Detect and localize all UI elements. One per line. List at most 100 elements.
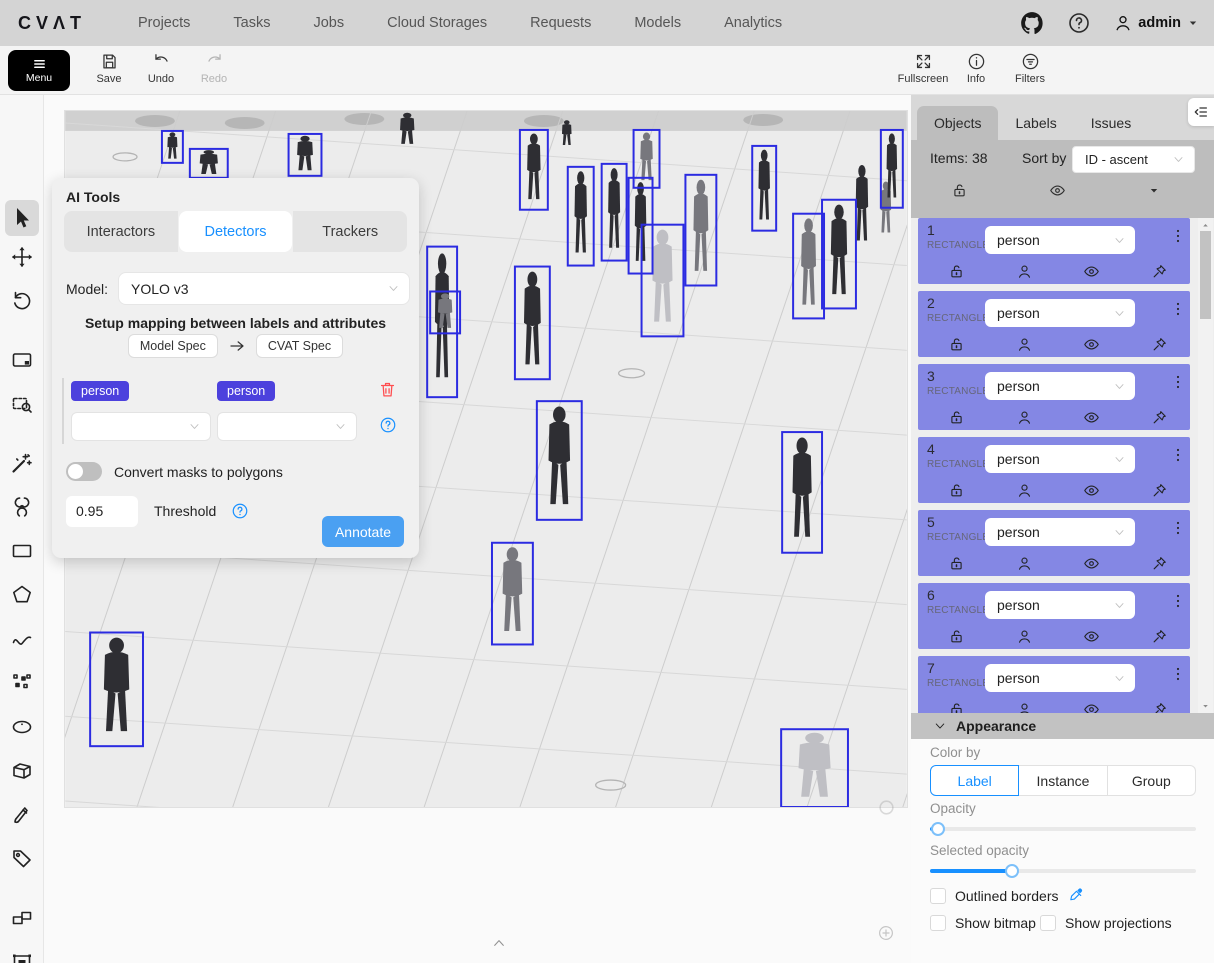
object-label-select[interactable]: person (985, 518, 1135, 546)
undo-button[interactable]: Undo (138, 52, 184, 85)
tag-tool-icon[interactable] (10, 847, 34, 871)
nav-item-cloud-storages[interactable]: Cloud Storages (387, 15, 487, 31)
zoom-in-icon[interactable] (877, 924, 895, 942)
mapping-help-icon[interactable] (379, 416, 397, 434)
fit-image-tool-icon[interactable] (10, 348, 34, 372)
zoom-region-tool-icon[interactable] (10, 392, 34, 416)
outlined-borders-checkbox[interactable] (930, 888, 946, 904)
hide-object-icon[interactable] (1083, 409, 1100, 426)
object-item-1[interactable]: 1RECTANGLE SHAPEperson (918, 218, 1190, 284)
lock-object-icon[interactable] (948, 555, 965, 572)
lock-all-icon[interactable] (951, 182, 968, 199)
cvat-logo[interactable]: CVΛT (18, 13, 86, 34)
object-label-select[interactable]: person (985, 226, 1135, 254)
threshold-input[interactable]: 0.95 (66, 496, 138, 527)
color-by-instance[interactable]: Instance (1019, 765, 1107, 796)
object-actions-icon[interactable] (1170, 443, 1186, 467)
sidebar-tab-issues[interactable]: Issues (1074, 106, 1148, 140)
scroll-up-icon[interactable] (1200, 220, 1211, 230)
object-label-select[interactable]: person (985, 372, 1135, 400)
opacity-slider[interactable] (930, 822, 1196, 836)
remove-mapping-icon[interactable] (378, 380, 397, 399)
points-tool-icon[interactable] (10, 671, 34, 695)
pin-object-icon[interactable] (1151, 482, 1168, 499)
show-bitmap-checkbox[interactable] (930, 915, 946, 931)
occluded-object-icon[interactable] (1016, 555, 1033, 572)
pin-object-icon[interactable] (1151, 555, 1168, 572)
save-button[interactable]: Save (86, 52, 132, 85)
hide-object-icon[interactable] (1083, 628, 1100, 645)
model-spec-button[interactable]: Model Spec (128, 334, 218, 358)
info-button[interactable]: Info (958, 52, 994, 85)
model-attr-select[interactable] (71, 412, 211, 441)
polygon-tool-icon[interactable] (10, 583, 34, 607)
appearance-header[interactable]: Appearance (911, 713, 1214, 739)
sidebar-tab-labels[interactable]: Labels (998, 106, 1073, 140)
object-item-5[interactable]: 5RECTANGLE SHAPEperson (918, 510, 1190, 576)
pin-object-icon[interactable] (1151, 263, 1168, 280)
ai-tools-tool-icon[interactable] (10, 451, 34, 475)
color-by-label[interactable]: Label (930, 765, 1019, 796)
occluded-object-icon[interactable] (1016, 409, 1033, 426)
cvat-attr-select[interactable] (217, 412, 357, 441)
scrollbar-thumb[interactable] (1200, 231, 1211, 319)
show-projections-checkbox[interactable] (1040, 915, 1056, 931)
hide-object-icon[interactable] (1083, 482, 1100, 499)
nav-item-jobs[interactable]: Jobs (313, 15, 344, 31)
rectangle-tool-icon[interactable] (10, 539, 34, 563)
sidebar-tab-objects[interactable]: Objects (917, 106, 998, 140)
nav-item-tasks[interactable]: Tasks (233, 15, 270, 31)
cvat-label-tag[interactable]: person (217, 381, 275, 401)
lock-object-icon[interactable] (948, 263, 965, 280)
polyline-tool-icon[interactable] (10, 627, 34, 651)
github-icon[interactable] (1019, 10, 1045, 36)
help-icon[interactable] (1067, 11, 1091, 35)
pin-object-icon[interactable] (1151, 701, 1168, 713)
selected-opacity-slider[interactable] (930, 864, 1196, 878)
rotate-tool-icon[interactable] (10, 289, 34, 313)
pin-object-icon[interactable] (1151, 336, 1168, 353)
object-actions-icon[interactable] (1170, 224, 1186, 248)
object-item-4[interactable]: 4RECTANGLE SHAPEperson (918, 437, 1190, 503)
object-actions-icon[interactable] (1170, 370, 1186, 394)
hide-object-icon[interactable] (1083, 555, 1100, 572)
scroll-down-icon[interactable] (1200, 701, 1211, 711)
nav-item-requests[interactable]: Requests (530, 15, 591, 31)
object-label-select[interactable]: person (985, 591, 1135, 619)
opencv-tool-icon[interactable] (10, 495, 34, 519)
object-label-select[interactable]: person (985, 299, 1135, 327)
object-item-3[interactable]: 3RECTANGLE SHAPEperson (918, 364, 1190, 430)
nav-item-projects[interactable]: Projects (138, 15, 190, 31)
hide-object-icon[interactable] (1083, 701, 1100, 713)
occluded-object-icon[interactable] (1016, 701, 1033, 713)
lock-object-icon[interactable] (948, 628, 965, 645)
object-actions-icon[interactable] (1170, 589, 1186, 613)
occluded-object-icon[interactable] (1016, 628, 1033, 645)
pin-object-icon[interactable] (1151, 409, 1168, 426)
cuboid-tool-icon[interactable] (10, 759, 34, 783)
objects-scrollbar[interactable] (1198, 218, 1213, 713)
model-select[interactable]: YOLO v3 (118, 272, 410, 305)
hide-object-icon[interactable] (1083, 263, 1100, 280)
move-tool-icon[interactable] (10, 245, 34, 269)
ai-tab-trackers[interactable]: Trackers (293, 211, 407, 252)
canvas-area[interactable]: AI Tools InteractorsDetectorsTrackers Mo… (44, 95, 911, 963)
cursor-tool-icon[interactable] (5, 200, 39, 236)
expand-all-icon[interactable] (1147, 182, 1161, 199)
lock-object-icon[interactable] (948, 409, 965, 426)
object-actions-icon[interactable] (1170, 662, 1186, 686)
model-label-tag[interactable]: person (71, 381, 129, 401)
cvat-spec-button[interactable]: CVAT Spec (256, 334, 343, 358)
slider-handle[interactable] (931, 822, 945, 836)
object-label-select[interactable]: person (985, 664, 1135, 692)
object-label-select[interactable]: person (985, 445, 1135, 473)
object-item-7[interactable]: 7RECTANGLE SHAPEperson (918, 656, 1190, 713)
slider-handle[interactable] (1005, 864, 1019, 878)
sort-select[interactable]: ID - ascent (1072, 146, 1195, 173)
collapse-panel-icon[interactable] (488, 935, 510, 951)
occluded-object-icon[interactable] (1016, 263, 1033, 280)
nav-item-models[interactable]: Models (634, 15, 681, 31)
occluded-object-icon[interactable] (1016, 482, 1033, 499)
pin-object-icon[interactable] (1151, 628, 1168, 645)
color-by-group[interactable]: Group (1108, 765, 1196, 796)
